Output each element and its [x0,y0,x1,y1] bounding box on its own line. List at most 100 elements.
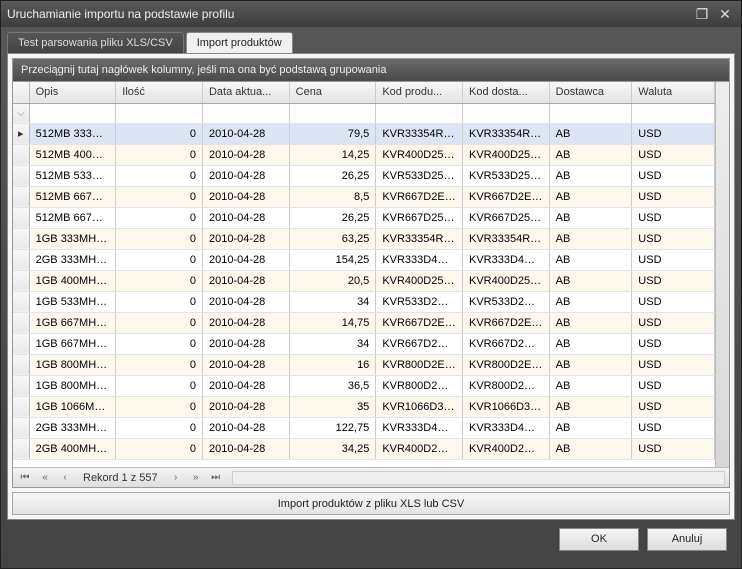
table-row[interactable]: 1GB 667MHz ...02010-04-2814,75KVR667D2E5… [13,312,715,333]
ok-button[interactable]: OK [559,528,639,551]
tab-import-products[interactable]: Import produktów [186,32,293,53]
cell-cena: 34,25 [289,438,376,459]
filter-icon: ⌵ [13,103,29,123]
cell-wal: USD [632,396,715,417]
filter-data[interactable] [209,107,283,119]
record-navigator: ⏮ « ‹ Rekord 1 z 557 › » ⏭ [13,467,729,487]
cell-opis: 1GB 533MHz ... [29,291,116,312]
filter-cena[interactable] [296,107,370,119]
table-row[interactable]: 1GB 667MHz ...02010-04-2834KVR667D2D8...… [13,333,715,354]
cell-wal: USD [632,354,715,375]
filter-row: ⌵ [13,103,715,123]
cell-kodd: KVR800D2E5/... [462,354,549,375]
table-row[interactable]: 1GB 333MHz ...02010-04-2863,25KVR33354R2… [13,228,715,249]
cell-kodd: KVR400D258... [462,144,549,165]
nav-prevpage-icon[interactable]: « [37,471,53,485]
tab-panel: Przeciągnij tutaj nagłówek kolumny, jeśl… [7,53,735,520]
col-ilosc[interactable]: Ilość [116,82,203,103]
cancel-button[interactable]: Anuluj [647,528,727,551]
cell-dost: AB [549,375,632,396]
cell-data: 2010-04-28 [202,375,289,396]
nav-last-icon[interactable]: ⏭ [208,471,224,485]
cell-opis: 512MB 667M... [29,207,116,228]
cell-opis: 1GB 333MHz ... [29,228,116,249]
table-row[interactable]: ▸512MB 333M...02010-04-2879,5KVR33354R2.… [13,123,715,144]
cell-wal: USD [632,375,715,396]
cell-kodp: KVR800D2E5/... [376,354,463,375]
col-cena[interactable]: Cena [289,82,376,103]
table-row[interactable]: 2GB 333MHz ...02010-04-28122,75KVR333D4R… [13,417,715,438]
row-indicator [13,333,29,354]
cell-ilosc: 0 [116,396,203,417]
cell-ilosc: 0 [116,207,203,228]
nav-first-icon[interactable]: ⏮ [17,471,33,485]
group-by-bar[interactable]: Przeciągnij tutaj nagłówek kolumny, jeśl… [12,58,730,82]
cell-opis: 2GB 333MHz ... [29,417,116,438]
import-file-button[interactable]: Import produktów z pliku XLS lub CSV [12,492,730,515]
table-row[interactable]: 512MB 667M...02010-04-2826,25KVR667D258.… [13,207,715,228]
col-waluta[interactable]: Waluta [632,82,715,103]
titlebar: Uruchamianie importu na podstawie profil… [1,1,741,27]
tab-parse-test[interactable]: Test parsowania pliku XLS/CSV [7,32,184,53]
cell-cena: 26,25 [289,165,376,186]
cell-data: 2010-04-28 [202,354,289,375]
cell-data: 2010-04-28 [202,228,289,249]
horizontal-scrollbar[interactable] [232,471,725,485]
table-row[interactable]: 2GB 333MHz ...02010-04-28154,25KVR333D4R… [13,249,715,270]
nav-next-icon[interactable]: › [168,471,184,485]
table-row[interactable]: 1GB 400MHz ...02010-04-2820,5KVR400D258.… [13,270,715,291]
nav-nextpage-icon[interactable]: » [188,471,204,485]
cell-kodp: KVR1066D35... [376,396,463,417]
nav-prev-icon[interactable]: ‹ [57,471,73,485]
filter-ilosc[interactable] [122,107,196,119]
cell-opis: 1GB 1066MHz... [29,396,116,417]
filter-opis[interactable] [36,107,110,119]
restore-icon[interactable]: ❐ [692,6,712,22]
filter-kodd[interactable] [469,107,543,119]
cell-ilosc: 0 [116,165,203,186]
table-row[interactable]: 1GB 800MHz ...02010-04-2836,5KVR800D2D8.… [13,375,715,396]
table-row[interactable]: 1GB 533MHz ...02010-04-2834KVR533D2D8...… [13,291,715,312]
cell-opis: 1GB 800MHz ... [29,375,116,396]
cell-kodd: KVR800D2D8... [462,375,549,396]
col-kodd[interactable]: Kod dosta... [462,82,549,103]
cell-dost: AB [549,228,632,249]
cell-cena: 34 [289,333,376,354]
filter-kodp[interactable] [382,107,456,119]
table-row[interactable]: 512MB 400M...02010-04-2814,25KVR400D258.… [13,144,715,165]
data-table: Opis Ilość Data aktua... Cena Kod produ.… [13,82,715,460]
cell-kodp: KVR667D2E5/... [376,312,463,333]
cell-wal: USD [632,270,715,291]
cell-kodd: KVR1066D35... [462,396,549,417]
cell-data: 2010-04-28 [202,186,289,207]
table-row[interactable]: 512MB 667M...02010-04-288,5KVR667D2E5/..… [13,186,715,207]
cell-kodp: KVR333D4R2... [376,249,463,270]
row-indicator: ▸ [13,123,29,144]
cell-dost: AB [549,333,632,354]
vertical-scrollbar[interactable] [715,82,729,467]
filter-dost[interactable] [556,107,626,119]
cell-kodd: KVR333D4R2... [462,249,549,270]
cell-wal: USD [632,291,715,312]
table-row[interactable]: 1GB 1066MHz...02010-04-2835KVR1066D35...… [13,396,715,417]
cell-dost: AB [549,396,632,417]
col-opis[interactable]: Opis [29,82,116,103]
table-row[interactable]: 512MB 533M...02010-04-2826,25KVR533D258.… [13,165,715,186]
col-dostawca[interactable]: Dostawca [549,82,632,103]
cell-opis: 512MB 533M... [29,165,116,186]
cell-cena: 14,25 [289,144,376,165]
col-data[interactable]: Data aktua... [202,82,289,103]
cell-wal: USD [632,165,715,186]
close-icon[interactable]: ✕ [715,6,735,22]
cell-wal: USD [632,249,715,270]
cell-kodp: KVR333D4R2... [376,417,463,438]
cell-ilosc: 0 [116,417,203,438]
cell-wal: USD [632,123,715,144]
cell-kodd: KVR33354R2... [462,123,549,144]
filter-wal[interactable] [638,107,708,119]
table-row[interactable]: 2GB 400MHz ...02010-04-2834,25KVR400D2D8… [13,438,715,459]
table-row[interactable]: 1GB 800MHz ...02010-04-2816KVR800D2E5/..… [13,354,715,375]
cell-cena: 26,25 [289,207,376,228]
row-indicator [13,144,29,165]
col-kodp[interactable]: Kod produ... [376,82,463,103]
